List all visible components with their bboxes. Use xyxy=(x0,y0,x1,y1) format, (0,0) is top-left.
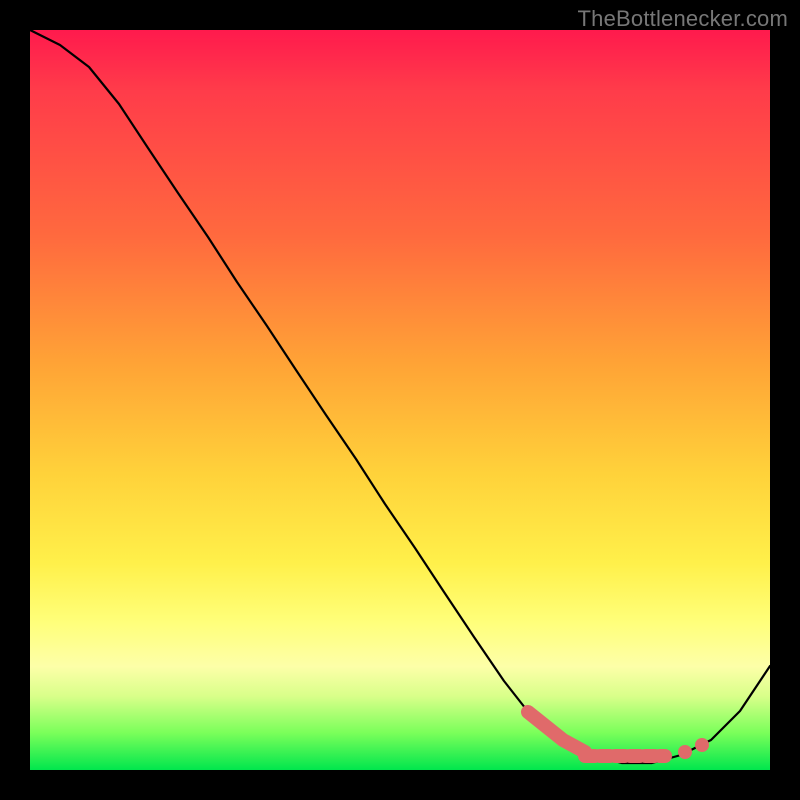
marker-dot-1 xyxy=(678,745,692,759)
curve-path xyxy=(30,30,770,763)
watermark-text: TheBottlenecker.com xyxy=(578,6,788,32)
chart-frame: TheBottlenecker.com xyxy=(0,0,800,800)
bottleneck-curve xyxy=(30,30,770,770)
chart-plot-area xyxy=(30,30,770,770)
marker-dot-2 xyxy=(695,738,709,752)
marker-thick-descent xyxy=(528,712,585,752)
